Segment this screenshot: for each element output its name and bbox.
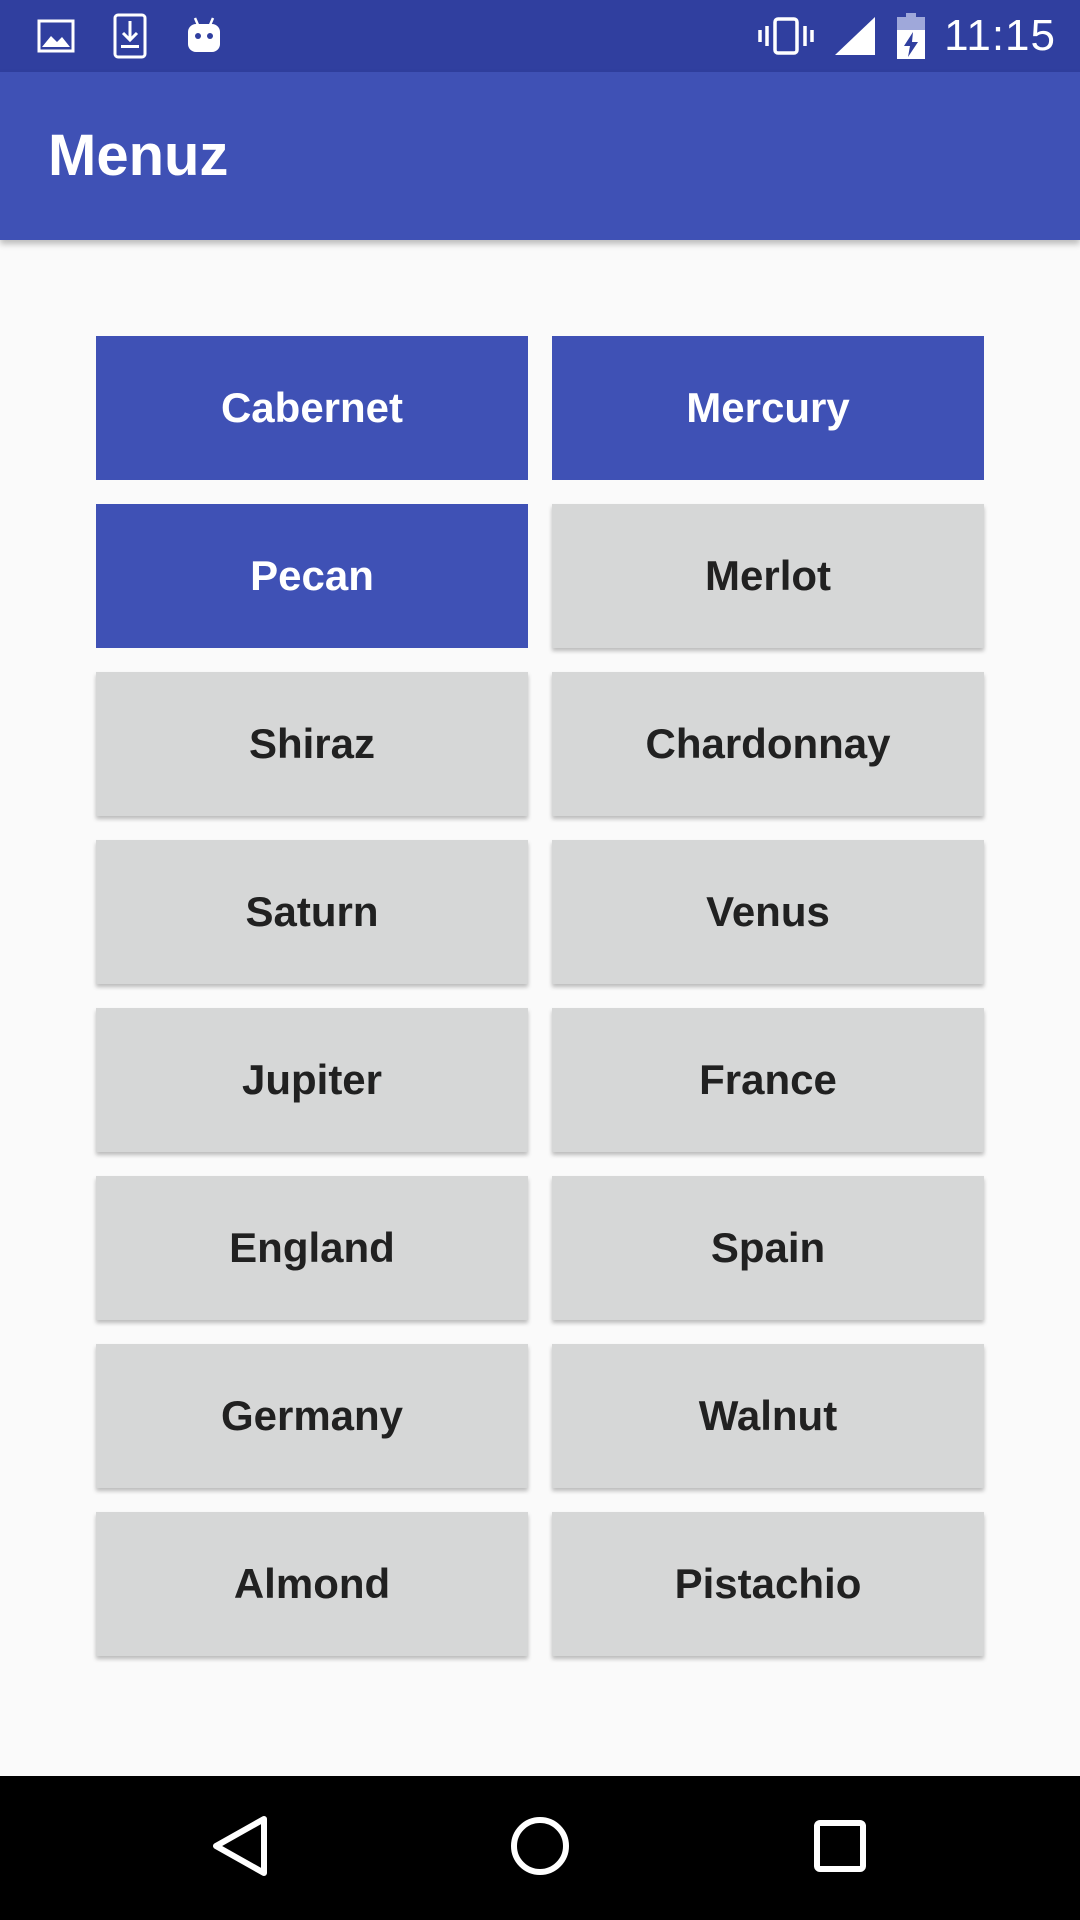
menu-button-grid: Cabernet Mercury Pecan Merlot Shiraz Cha… — [96, 336, 984, 1656]
menu-button-cabernet[interactable]: Cabernet — [96, 336, 528, 480]
menu-button-france[interactable]: France — [552, 1008, 984, 1152]
app-title: Menuz — [48, 123, 229, 188]
home-icon — [509, 1815, 571, 1882]
menu-button-saturn[interactable]: Saturn — [96, 840, 528, 984]
back-button[interactable] — [204, 1812, 276, 1884]
recents-button[interactable] — [804, 1812, 876, 1884]
menu-button-shiraz[interactable]: Shiraz — [96, 672, 528, 816]
menu-button-walnut[interactable]: Walnut — [552, 1344, 984, 1488]
status-time: 11:15 — [944, 11, 1056, 60]
vibrate-icon — [758, 14, 814, 58]
menu-button-pecan[interactable]: Pecan — [96, 504, 528, 648]
menu-button-england[interactable]: England — [96, 1176, 528, 1320]
status-bar: 11:15 — [0, 0, 1080, 72]
back-icon — [210, 1815, 270, 1882]
menu-button-spain[interactable]: Spain — [552, 1176, 984, 1320]
home-button[interactable] — [504, 1812, 576, 1884]
recents-icon — [812, 1818, 868, 1879]
menu-button-almond[interactable]: Almond — [96, 1512, 528, 1656]
menu-button-chardonnay[interactable]: Chardonnay — [552, 672, 984, 816]
menu-button-venus[interactable]: Venus — [552, 840, 984, 984]
status-system: 11:15 — [758, 11, 1056, 60]
menu-button-jupiter[interactable]: Jupiter — [96, 1008, 528, 1152]
signal-icon — [832, 14, 878, 58]
battery-charging-icon — [896, 13, 926, 59]
android-icon — [184, 14, 224, 58]
menu-button-germany[interactable]: Germany — [96, 1344, 528, 1488]
menu-button-pistachio[interactable]: Pistachio — [552, 1512, 984, 1656]
image-icon — [36, 14, 76, 58]
menu-button-mercury[interactable]: Mercury — [552, 336, 984, 480]
status-notifications — [36, 12, 224, 60]
app-bar: Menuz — [0, 72, 1080, 240]
menu-button-merlot[interactable]: Merlot — [552, 504, 984, 648]
navigation-bar — [0, 1776, 1080, 1920]
download-icon — [110, 13, 150, 59]
